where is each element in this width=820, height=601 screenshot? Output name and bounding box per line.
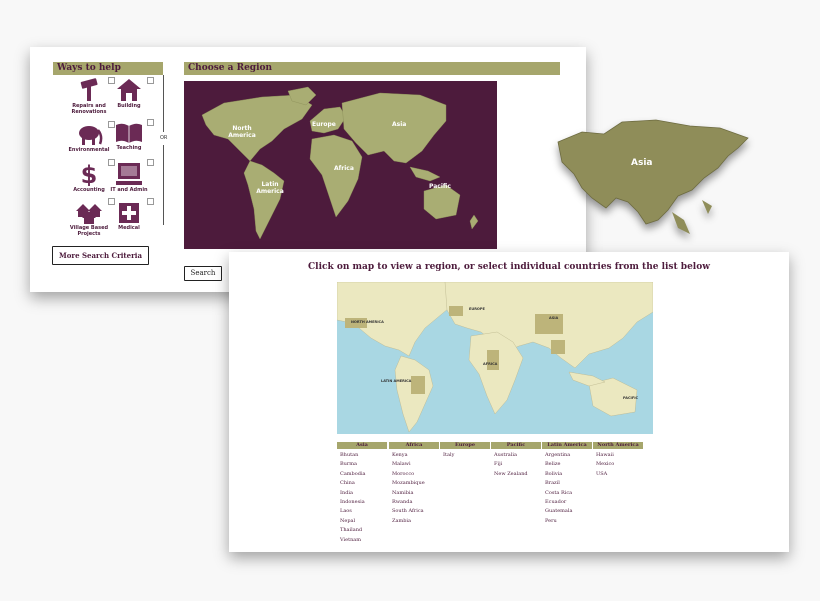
elephant-icon [79, 126, 103, 145]
map-label-north-america[interactable]: North America [228, 125, 256, 139]
column-header-north-america[interactable]: North America [593, 442, 643, 449]
country-link[interactable]: Rwanda [392, 498, 439, 507]
mapb-label-asia[interactable]: ASIA [549, 316, 558, 320]
map-label-latin-america[interactable]: Latin America [256, 181, 284, 195]
region-column-latin-america: Latin America Argentina Belize Bolivia B… [542, 442, 592, 526]
column-header-europe[interactable]: Europe [440, 442, 490, 449]
country-link[interactable]: USA [596, 470, 643, 479]
country-link[interactable]: Zambia [392, 517, 439, 526]
mapb-label-europe[interactable]: EUROPE [469, 307, 485, 311]
choose-region-header: Choose a Region [184, 62, 560, 75]
asia-shape-large [557, 119, 749, 234]
country-link[interactable]: Namibia [392, 489, 439, 498]
map-label-pacific[interactable]: Pacific [429, 183, 451, 190]
world-map-detailed-graphic [337, 282, 653, 433]
country-link[interactable]: Laos [340, 507, 387, 516]
medical-cross-icon [119, 203, 139, 223]
country-link[interactable]: China [340, 479, 387, 488]
region-column-africa: Africa Kenya Malawi Morocco Mozambique N… [389, 442, 439, 526]
country-link[interactable]: Italy [443, 451, 490, 460]
hammer-icon [80, 78, 98, 101]
southeast-asia-shape [409, 166, 441, 182]
asia-callout-label: Asia [631, 158, 653, 168]
mapb-label-pacific[interactable]: PACIFIC [623, 396, 638, 400]
highlight-india [551, 340, 565, 354]
africa-shape [309, 134, 363, 218]
column-header-latin-america[interactable]: Latin America [542, 442, 592, 449]
region-selector-map[interactable]: North America Europe Asia Africa Latin A… [184, 81, 497, 249]
country-link[interactable]: Mexico [596, 460, 643, 469]
dollar-icon: $ [81, 162, 98, 186]
checkbox-teaching[interactable] [147, 119, 154, 126]
country-list-panel: Click on map to view a region, or select… [229, 252, 789, 552]
or-divider-bottom [163, 145, 164, 225]
house-icon [117, 79, 141, 101]
country-link[interactable]: Bhutan [340, 451, 387, 460]
search-button[interactable]: Search [184, 266, 222, 281]
country-link[interactable]: Peru [545, 517, 592, 526]
country-link[interactable]: New Zealand [494, 470, 541, 479]
mapb-label-north-america[interactable]: NORTH AMERICA [351, 320, 384, 324]
region-column-north-america: North America Hawaii Mexico USA [593, 442, 643, 479]
region-map-heading: Click on map to view a region, or select… [308, 262, 710, 272]
country-link[interactable]: Mozambique [392, 479, 439, 488]
mapb-label-latin-america[interactable]: LATIN AMERICA [381, 379, 411, 383]
country-link[interactable]: Argentina [545, 451, 592, 460]
country-link[interactable]: Belize [545, 460, 592, 469]
or-divider-top [163, 75, 164, 132]
country-link[interactable]: Guatemala [545, 507, 592, 516]
checkbox-medical[interactable] [147, 198, 154, 205]
australia-shape [423, 184, 461, 220]
country-link[interactable]: Hawaii [596, 451, 643, 460]
asia-region-callout: Asia [552, 116, 752, 242]
country-link[interactable]: Burma [340, 460, 387, 469]
highlight-italy [449, 306, 463, 316]
country-link[interactable]: Morocco [392, 470, 439, 479]
column-header-africa[interactable]: Africa [389, 442, 439, 449]
new-zealand-shape [469, 214, 479, 230]
country-link[interactable]: Indonesia [340, 498, 387, 507]
country-link[interactable]: South Africa [392, 507, 439, 516]
region-column-europe: Europe Italy [440, 442, 490, 460]
country-link[interactable]: Brazil [545, 479, 592, 488]
region-column-asia: Asia Bhutan Burma Cambodia China India I… [337, 442, 387, 545]
help-item-it-admin[interactable]: IT and Admin [100, 162, 158, 193]
country-link[interactable]: Bolivia [545, 470, 592, 479]
svg-text:$: $ [81, 162, 98, 186]
country-link[interactable]: Nepal [340, 517, 387, 526]
north-america-shape [201, 94, 313, 162]
highlight-kenya [487, 350, 499, 370]
country-link[interactable]: Malawi [392, 460, 439, 469]
world-region-map[interactable]: NORTH AMERICA EUROPE ASIA AFRICA LATIN A… [337, 282, 653, 434]
book-icon [116, 123, 142, 143]
or-label: OR [160, 135, 168, 141]
ways-to-help-header: Ways to help [53, 62, 163, 75]
country-link[interactable]: Kenya [392, 451, 439, 460]
region-column-pacific: Pacific Australia Fiji New Zealand [491, 442, 541, 479]
checkbox-building[interactable] [147, 77, 154, 84]
column-header-asia[interactable]: Asia [337, 442, 387, 449]
latin-america-shape [243, 160, 285, 240]
checkbox-it-admin[interactable] [147, 159, 154, 166]
country-link[interactable]: Ecuador [545, 498, 592, 507]
country-link[interactable]: Australia [494, 451, 541, 460]
mapb-label-africa[interactable]: AFRICA [483, 362, 497, 366]
help-item-teaching[interactable]: Teaching [100, 122, 158, 151]
village-icon [76, 204, 102, 224]
country-link[interactable]: Fiji [494, 460, 541, 469]
help-item-medical[interactable]: Medical [100, 202, 158, 231]
country-link[interactable]: Vietnam [340, 536, 387, 545]
country-link[interactable]: Thailand [340, 526, 387, 535]
map-label-europe[interactable]: Europe [312, 121, 336, 128]
highlight-brazil [411, 376, 425, 394]
more-search-criteria-button[interactable]: More Search Criteria [52, 246, 149, 265]
country-link[interactable]: India [340, 489, 387, 498]
map-label-africa[interactable]: Africa [334, 165, 354, 172]
europe-shape [309, 106, 347, 134]
column-header-pacific[interactable]: Pacific [491, 442, 541, 449]
map-label-asia[interactable]: Asia [392, 121, 406, 128]
country-link[interactable]: Cambodia [340, 470, 387, 479]
country-link[interactable]: Costa Rica [545, 489, 592, 498]
computer-icon [116, 163, 142, 185]
